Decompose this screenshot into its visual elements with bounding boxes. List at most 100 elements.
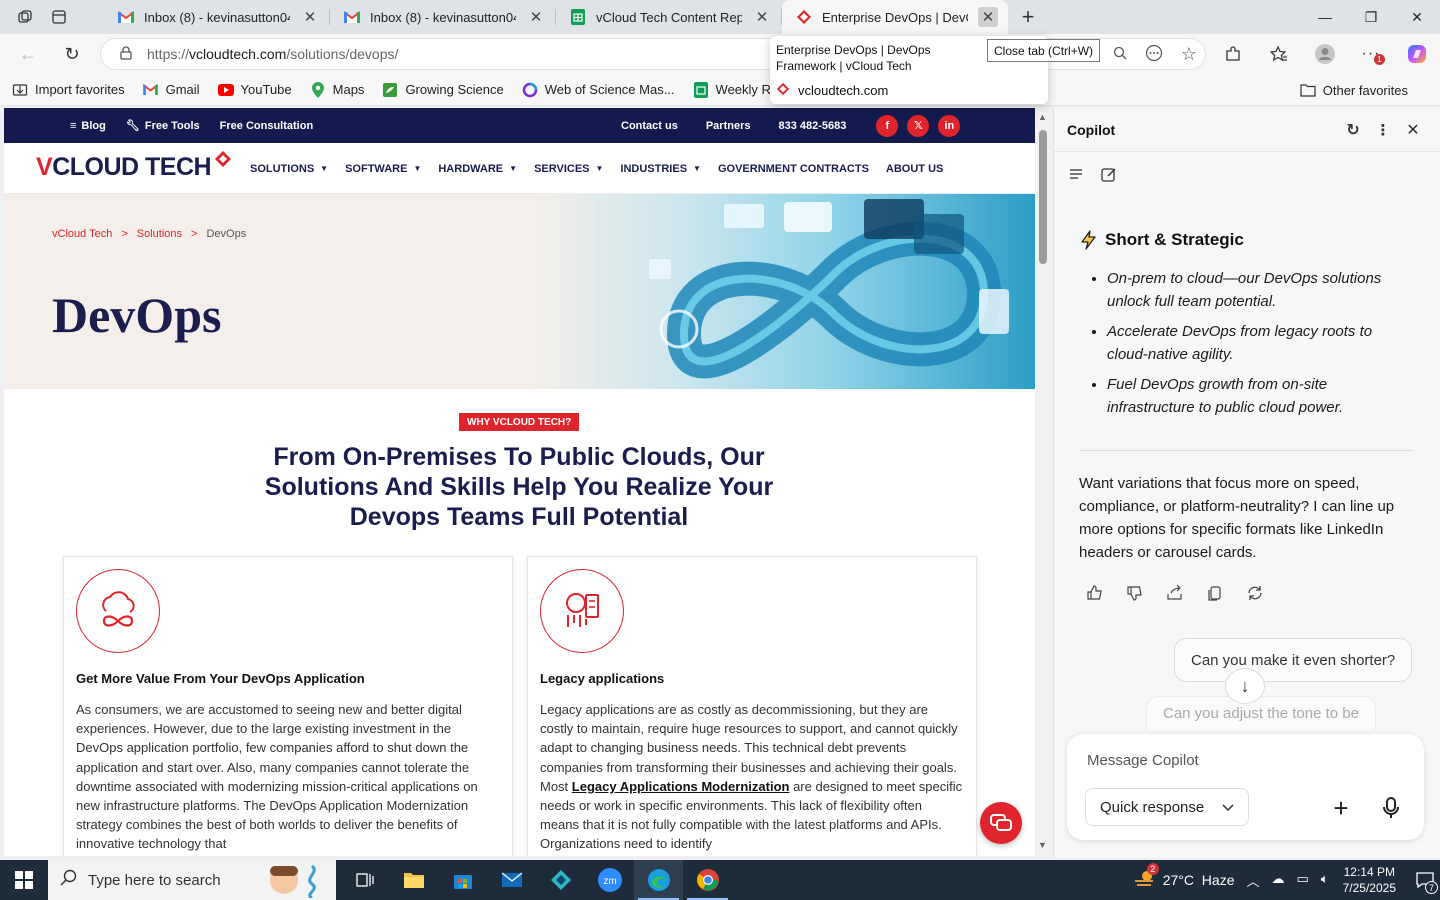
favorite-growing-science[interactable]: Growing Science xyxy=(382,82,504,98)
favorite-import[interactable]: Import favorites xyxy=(12,82,125,98)
tab-gmail-1[interactable]: Inbox (8) - kevinasutton04@gm ✕ xyxy=(104,0,330,34)
tab-gmail-2[interactable]: Inbox (8) - kevinasutton04@gm ✕ xyxy=(330,0,556,34)
taskbar-search[interactable]: Type here to search xyxy=(48,860,336,900)
share-icon[interactable] xyxy=(1166,584,1184,605)
edge-icon[interactable] xyxy=(634,860,683,900)
chrome-icon[interactable] xyxy=(683,860,732,900)
restore-icon[interactable]: ❐ xyxy=(1348,0,1394,34)
task-view-icon[interactable] xyxy=(340,860,389,900)
favorite-web-of-science[interactable]: Web of Science Mas... xyxy=(522,82,675,98)
response-actions xyxy=(1086,584,1264,605)
copilot-icon[interactable] xyxy=(1394,38,1440,70)
card-title: Legacy applications xyxy=(540,671,665,686)
web-page: ≡ Blog 🔧︎ Free Tools Free Consultation Con… xyxy=(4,108,1035,856)
menu-industries[interactable]: INDUSTRIES ▼ xyxy=(620,163,701,175)
favorite-gmail[interactable]: Gmail xyxy=(143,82,200,98)
quick-response-dropdown[interactable]: Quick response xyxy=(1085,788,1250,826)
back-icon[interactable]: ← xyxy=(8,38,48,70)
refresh-icon[interactable]: ↻ xyxy=(1338,120,1368,140)
tab-strip: Inbox (8) - kevinasutton04@gm ✕ Inbox (8… xyxy=(0,0,1440,34)
zoom-icon[interactable]: zm xyxy=(585,860,634,900)
vertical-tabs-icon[interactable] xyxy=(42,0,76,34)
scroll-up-icon[interactable]: ▲ xyxy=(1038,112,1047,122)
extensions-icon[interactable] xyxy=(1210,38,1256,70)
suggestion-adjust-tone[interactable]: Can you adjust the tone to be xyxy=(1146,696,1376,730)
menu-services[interactable]: SERVICES ▼ xyxy=(534,163,603,175)
breadcrumb-solutions[interactable]: Solutions xyxy=(137,228,182,240)
blog-link[interactable]: ≡ Blog xyxy=(70,120,106,132)
menu-hardware[interactable]: HARDWARE ▼ xyxy=(438,163,517,175)
chevron-up-icon[interactable]: ︿ xyxy=(1246,871,1259,890)
other-favorites[interactable]: Other favorites xyxy=(1300,74,1408,106)
more-options-icon[interactable]: ⋮ xyxy=(1368,120,1398,140)
add-attachment-button[interactable]: + xyxy=(1325,792,1357,824)
favorite-maps[interactable]: Maps xyxy=(310,81,364,98)
notifications-button[interactable]: 7 xyxy=(1410,860,1440,900)
app-diamond-icon[interactable] xyxy=(536,860,585,900)
mail-icon[interactable] xyxy=(487,860,536,900)
live-chat-button[interactable] xyxy=(980,802,1022,844)
free-tools-link[interactable]: 🔧︎ Free Tools xyxy=(126,119,200,133)
tab-title: Inbox (8) - kevinasutton04@gm xyxy=(370,9,516,25)
suggestion-shorter[interactable]: Can you make it even shorter? xyxy=(1174,638,1413,682)
breadcrumb-home[interactable]: vCloud Tech xyxy=(52,228,112,240)
contact-link[interactable]: Contact us xyxy=(621,120,678,132)
close-icon[interactable]: ✕ xyxy=(978,7,998,27)
message-input[interactable] xyxy=(1087,748,1387,772)
thumbs-up-icon[interactable] xyxy=(1086,584,1104,605)
system-clock[interactable]: 12:14 PM 7/25/2025 xyxy=(1343,864,1396,896)
menu-about-us[interactable]: ABOUT US xyxy=(886,163,943,175)
linkedin-icon[interactable]: in xyxy=(938,114,961,137)
favorite-youtube[interactable]: YouTube xyxy=(217,82,292,98)
close-window-icon[interactable]: ✕ xyxy=(1394,0,1440,34)
favorite-star-icon[interactable]: ☆ xyxy=(1181,44,1197,65)
copy-icon[interactable] xyxy=(1206,584,1224,605)
close-icon[interactable]: ✕ xyxy=(752,7,772,27)
facebook-icon[interactable]: f xyxy=(876,114,899,137)
phone-link[interactable]: 833 482-5683 xyxy=(778,120,846,132)
legacy-modernization-link[interactable]: Legacy Applications Modernization xyxy=(572,779,790,794)
tab-content-report[interactable]: vCloud Tech Content Report - G ✕ xyxy=(556,0,782,34)
volume-icon[interactable]: 🔈︎ xyxy=(1321,871,1329,890)
tab-enterprise-devops[interactable]: Enterprise DevOps | DevOps Fra ✕ xyxy=(782,0,1008,34)
scroll-down-icon[interactable]: ▼ xyxy=(1038,840,1047,850)
page-actions-icon[interactable] xyxy=(1145,44,1163,65)
free-consultation-link[interactable]: Free Consultation xyxy=(220,120,314,132)
thumbs-down-icon[interactable] xyxy=(1126,584,1144,605)
refresh-icon[interactable]: ↻ xyxy=(52,38,92,70)
minimize-icon[interactable]: — xyxy=(1302,0,1348,34)
scroll-to-bottom-button[interactable]: ↓ xyxy=(1225,668,1265,704)
network-icon[interactable]: ▭ xyxy=(1297,871,1309,890)
site-info-icon[interactable] xyxy=(119,45,133,63)
weather-widget[interactable]: 2 27°C Haze xyxy=(1133,862,1234,892)
zoom-search-icon[interactable] xyxy=(1113,46,1127,63)
new-tab-button[interactable]: + xyxy=(1008,0,1048,34)
microsoft-store-icon[interactable] xyxy=(438,860,487,900)
plus-icon: + xyxy=(1333,792,1349,823)
x-twitter-icon[interactable]: 𝕏 xyxy=(907,114,930,137)
scrollbar-thumb[interactable] xyxy=(1039,130,1047,264)
workspaces-icon[interactable] xyxy=(8,0,42,34)
navigation-bar: ← ↻ https://vcloudtech.com/solutions/dev… xyxy=(0,34,1440,74)
conversation-list-icon[interactable] xyxy=(1068,166,1084,187)
profile-avatar-icon[interactable] xyxy=(1302,38,1348,70)
partners-link[interactable]: Partners xyxy=(706,120,751,132)
close-icon[interactable]: ✕ xyxy=(1398,120,1428,140)
microphone-button[interactable] xyxy=(1375,792,1407,824)
new-chat-icon[interactable] xyxy=(1100,166,1118,187)
menu-software[interactable]: SOFTWARE ▼ xyxy=(345,163,421,175)
regenerate-icon[interactable] xyxy=(1246,584,1264,605)
windows-start-button[interactable] xyxy=(0,860,48,900)
settings-more-icon[interactable]: ··· 1 xyxy=(1348,38,1394,70)
favorites-icon[interactable] xyxy=(1256,38,1302,70)
vcloud-logo[interactable]: VCLOUD TECH xyxy=(36,150,233,182)
menu-government-contracts[interactable]: GOVERNMENT CONTRACTS xyxy=(718,163,869,175)
menu-solutions[interactable]: SOLUTIONS ▼ xyxy=(250,163,328,175)
close-icon[interactable]: ✕ xyxy=(300,7,320,27)
onedrive-icon[interactable]: ☁ xyxy=(1272,871,1285,890)
search-icon xyxy=(60,869,78,891)
close-icon[interactable]: ✕ xyxy=(526,7,546,27)
favorites-bar: Import favorites Gmail YouTube Maps Grow… xyxy=(0,74,1440,106)
file-explorer-icon[interactable] xyxy=(389,860,438,900)
page-scrollbar[interactable]: ▲ ▼ xyxy=(1035,108,1051,856)
